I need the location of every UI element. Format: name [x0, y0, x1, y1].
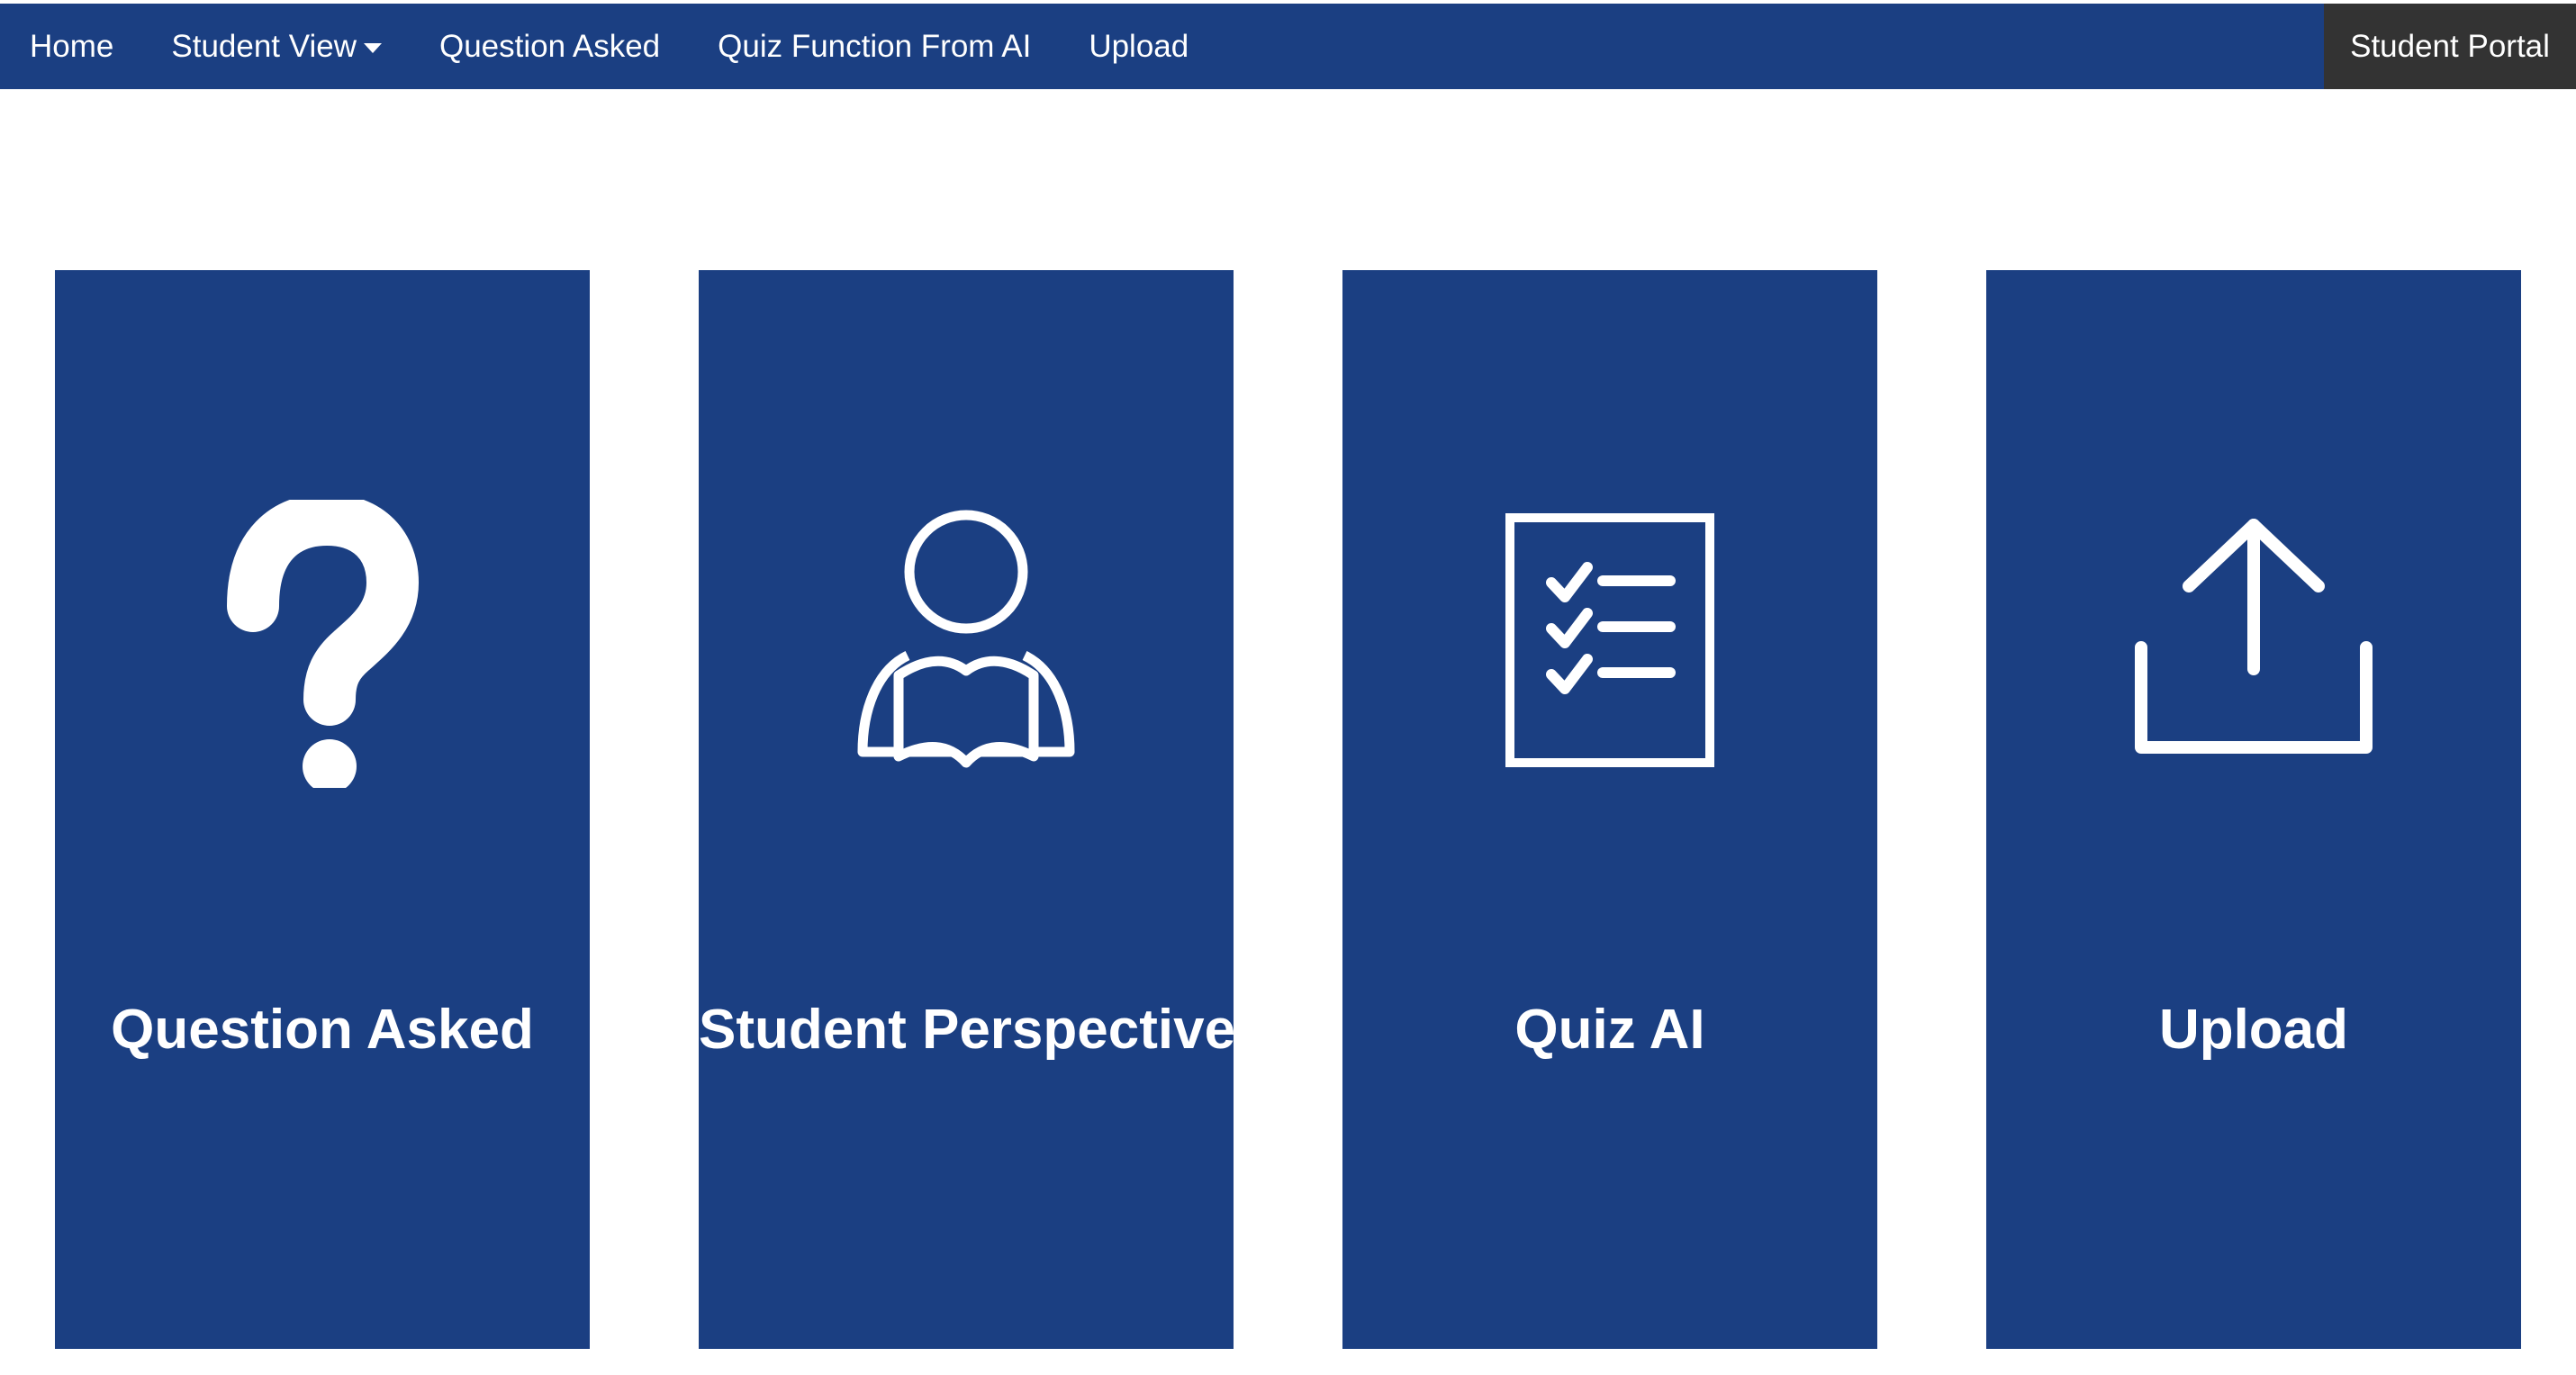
quiz-ai-card[interactable]: Quiz AI [1342, 270, 1877, 1349]
checklist-icon [1505, 513, 1714, 767]
question-mark-icon [227, 500, 420, 788]
student-portal-button[interactable]: Student Portal [2324, 4, 2576, 89]
upload-icon [2135, 519, 2373, 754]
question-asked-card[interactable]: Question Asked [55, 270, 590, 1349]
top-navbar: Home Student View Question Asked Quiz Fu… [0, 4, 2576, 89]
caret-down-icon [363, 42, 382, 53]
student-perspective-title: Student Perspective [699, 999, 1236, 1061]
upload-title: Upload [2158, 999, 2349, 1061]
nav-links: Home Student View Question Asked Quiz Fu… [0, 4, 1189, 89]
student-reading-icon [857, 510, 1075, 768]
nav-student-view-dropdown[interactable]: Student View [171, 4, 382, 89]
nav-student-view-label: Student View [171, 28, 357, 64]
student-perspective-card[interactable]: Student Perspective [699, 270, 1236, 1349]
nav-upload-link[interactable]: Upload [1089, 4, 1189, 89]
nav-question-asked-link[interactable]: Question Asked [439, 4, 660, 89]
upload-card[interactable]: Upload [1986, 270, 2521, 1349]
quiz-ai-title: Quiz AI [1514, 999, 1705, 1061]
question-asked-title: Question Asked [111, 999, 534, 1061]
nav-quiz-function-link[interactable]: Quiz Function From AI [718, 4, 1031, 89]
nav-home-link[interactable]: Home [30, 4, 113, 89]
